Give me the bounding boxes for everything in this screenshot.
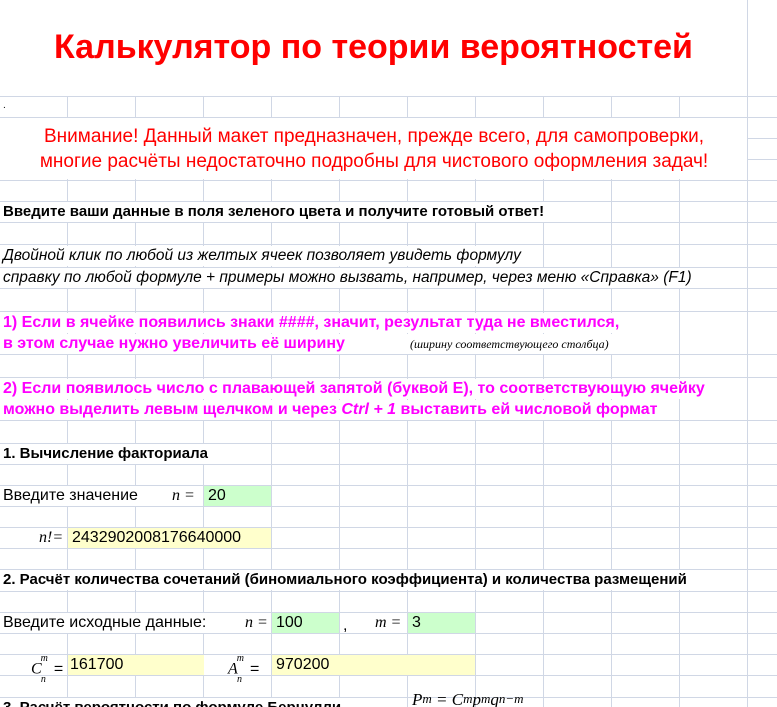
warning-line-2: многие расчёты недостаточно подробны для… (39, 151, 709, 172)
n-label-2: n = (245, 614, 268, 631)
arrangements-symbol: Amn= (228, 653, 260, 685)
gridline (0, 311, 777, 312)
hint-line-1: Двойной клик по любой из желтых ячеек по… (3, 246, 521, 266)
arrangements-result: 970200 (272, 655, 475, 675)
warning-line-1: Внимание! Данный макет предназначен, пре… (44, 126, 704, 147)
tip1-line-1: 1) Если в ячейке появились знаки ####, з… (3, 313, 620, 333)
section1-prompt: Введите значение (3, 486, 138, 506)
tip2-text-b: выставить ей числовой формат (396, 401, 658, 418)
tip1-text: в этом случае нужно увеличить её ширину (3, 335, 345, 352)
formula-p: P (412, 690, 423, 707)
gridline (0, 506, 777, 507)
section2-heading: 2. Расчёт количества сочетаний (биномиал… (3, 570, 687, 590)
gridline (0, 377, 777, 378)
formula-exp-n-m: n−m (498, 691, 524, 706)
gridline (747, 159, 777, 160)
section1-heading: 1. Вычисление факториала (3, 444, 208, 464)
spreadsheet: Калькулятор по теории вероятностей . Вни… (0, 0, 777, 707)
m-label: m = (375, 614, 402, 631)
warning-block: Внимание! Данный макет предназначен, пре… (1, 118, 747, 179)
instruction-text: Введите ваши данные в поля зеленого цвет… (3, 202, 545, 222)
gridline (0, 96, 777, 97)
formula-q-var: q (490, 690, 499, 707)
gridline (0, 244, 777, 245)
page-title: Калькулятор по теории вероятностей (0, 22, 747, 72)
gridline (0, 464, 777, 465)
gridline (0, 591, 777, 592)
gridline (747, 0, 748, 707)
factorial-n-input[interactable]: 20 (204, 486, 271, 506)
dot-cell: . (3, 100, 6, 111)
section2-prompt: Введите исходные данные: (3, 613, 207, 633)
tip2-line-1: 2) Если появилось число с плавающей запя… (3, 379, 705, 399)
tip1-line-2: в этом случае нужно увеличить её ширину … (3, 334, 653, 354)
gridline (747, 138, 777, 139)
comma: , (343, 617, 348, 634)
hint-line-2: справку по любой формуле + примеры можно… (3, 268, 692, 288)
ctrl-shortcut: Ctrl + 1 (341, 401, 397, 418)
combinations-symbol: Cmn= (31, 653, 64, 685)
combinations-n-input[interactable]: 100 (272, 613, 339, 633)
bernoulli-formula: Pm = Cmpmqn−m (412, 690, 524, 707)
gridline (0, 288, 777, 289)
formula-c: = C (431, 690, 464, 707)
gridline (0, 222, 777, 223)
gridline (0, 633, 777, 634)
factorial-result: 2432902008176640000 (68, 528, 271, 548)
formula-exp: m (480, 691, 491, 706)
gridline (0, 675, 777, 676)
formula-exp: m (422, 691, 432, 706)
gridline (0, 420, 777, 421)
gridline (0, 354, 777, 355)
gridline (679, 96, 680, 707)
factorial-label: n!= (39, 529, 64, 546)
gridline (0, 180, 777, 181)
combinations-m-input[interactable]: 3 (408, 613, 475, 633)
tip2-line-2: можно выделить левым щелчком и через Ctr… (3, 400, 658, 420)
formula-exp: m (463, 691, 473, 706)
combinations-result: 161700 (68, 655, 204, 675)
tip1-note: (ширину соответствующего столбца) (410, 337, 609, 351)
n-label: n = (172, 487, 195, 504)
formula-p-var: p (472, 690, 481, 707)
section3-heading: 3. Расчёт вероятности по формуле Бернулл… (3, 698, 342, 707)
tip2-text-a: можно выделить левым щелчком и через (3, 401, 342, 418)
gridline (0, 548, 777, 549)
